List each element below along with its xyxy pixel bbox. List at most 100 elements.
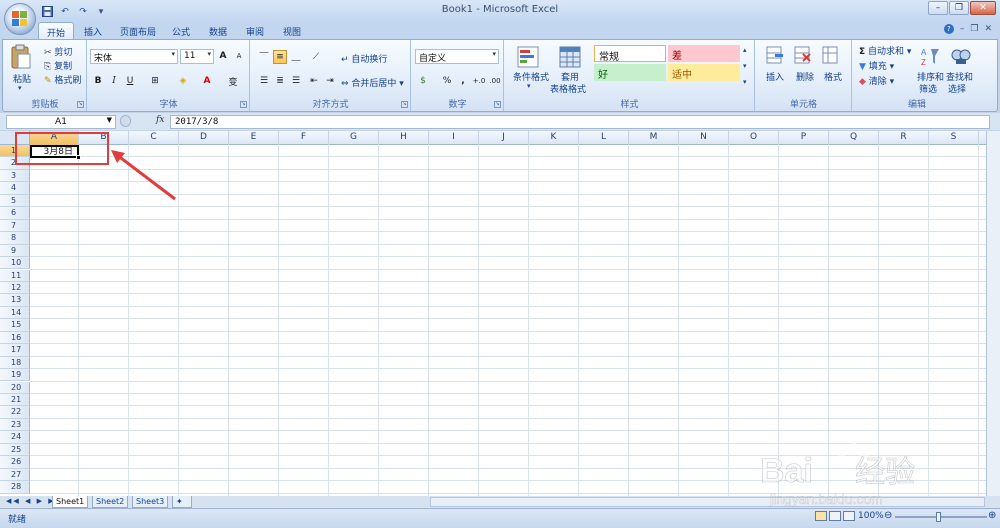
decrease-decimal-icon[interactable]: .00 bbox=[488, 74, 502, 88]
format-cells-icon[interactable] bbox=[822, 46, 840, 66]
font-size-select[interactable]: 11 ▾ bbox=[180, 49, 214, 64]
column-header[interactable]: I bbox=[429, 131, 479, 145]
font-launcher-icon[interactable]: ↘ bbox=[240, 101, 247, 108]
grow-font-button[interactable]: A bbox=[216, 49, 230, 63]
column-header[interactable]: E bbox=[229, 131, 279, 145]
column-header[interactable]: L bbox=[579, 131, 629, 145]
merge-center-button[interactable]: ⇔ 合并后居中 ▾ bbox=[341, 76, 404, 89]
zoom-out-icon[interactable]: ⊖ bbox=[884, 510, 892, 521]
number-format-select[interactable]: 自定义 ▾ bbox=[415, 49, 499, 64]
ribbon-restore-icon[interactable]: ❐ bbox=[970, 24, 978, 34]
style-normal[interactable]: 常规 bbox=[594, 45, 666, 63]
style-neutral[interactable]: 适中 bbox=[668, 64, 740, 81]
insert-sheet-icon[interactable]: ✦ bbox=[172, 496, 192, 508]
row-header[interactable]: 28 bbox=[0, 481, 30, 494]
sheet-tab-2[interactable]: Sheet2 bbox=[92, 496, 129, 508]
percent-button[interactable]: % bbox=[440, 74, 454, 88]
styles-scroll-up-icon[interactable]: ▴ bbox=[743, 46, 747, 54]
row-header[interactable]: 14 bbox=[0, 306, 30, 320]
decrease-indent-icon[interactable]: ⇤ bbox=[307, 74, 321, 88]
align-center-icon[interactable]: ≣ bbox=[273, 74, 287, 88]
row-header[interactable]: 21 bbox=[0, 394, 30, 407]
sheet-tab-3[interactable]: Sheet3 bbox=[132, 496, 169, 508]
column-header[interactable]: D bbox=[179, 131, 229, 145]
shrink-font-button[interactable]: A bbox=[232, 49, 246, 63]
sort-filter-label-2[interactable]: 筛选 bbox=[919, 82, 937, 95]
increase-indent-icon[interactable]: ⇥ bbox=[323, 74, 337, 88]
italic-button[interactable]: I bbox=[107, 74, 121, 88]
normal-view-icon[interactable] bbox=[815, 511, 827, 521]
zoom-slider-thumb[interactable] bbox=[936, 512, 941, 522]
name-box-dropdown-icon[interactable]: ▼ bbox=[107, 116, 112, 124]
row-header[interactable]: 20 bbox=[0, 381, 30, 394]
row-header[interactable]: 7 bbox=[0, 219, 30, 233]
column-header[interactable]: G bbox=[329, 131, 379, 145]
row-header[interactable]: 5 bbox=[0, 194, 30, 208]
conditional-formatting-icon[interactable] bbox=[517, 46, 539, 68]
row-header[interactable]: 18 bbox=[0, 356, 30, 370]
font-name-select[interactable]: 宋体 ▾ bbox=[90, 49, 178, 64]
ribbon-close-icon[interactable]: ✕ bbox=[984, 24, 992, 34]
copy-button[interactable]: ⎘ 复制 bbox=[44, 59, 72, 72]
column-header[interactable]: N bbox=[679, 131, 729, 145]
format-as-table-icon[interactable] bbox=[559, 46, 581, 68]
align-left-icon[interactable]: ☰ bbox=[257, 74, 271, 88]
delete-cells-icon[interactable] bbox=[794, 46, 812, 66]
column-header[interactable]: M bbox=[629, 131, 679, 145]
row-header[interactable]: 3 bbox=[0, 169, 30, 183]
font-color-icon[interactable]: A bbox=[200, 74, 214, 88]
row-header[interactable]: 17 bbox=[0, 344, 30, 357]
find-select-icon[interactable] bbox=[950, 46, 972, 68]
tab-data[interactable]: 数据 bbox=[203, 22, 233, 39]
row-header[interactable]: 16 bbox=[0, 331, 30, 345]
align-bottom-icon[interactable]: ⎽ bbox=[289, 50, 303, 64]
number-launcher-icon[interactable]: ↘ bbox=[494, 101, 501, 108]
tab-formulas[interactable]: 公式 bbox=[166, 22, 196, 39]
align-right-icon[interactable]: ☰ bbox=[289, 74, 303, 88]
close-button[interactable]: ✕ bbox=[970, 1, 996, 15]
row-header[interactable]: 23 bbox=[0, 418, 30, 432]
column-header[interactable]: P bbox=[779, 131, 829, 145]
align-middle-icon[interactable]: ≡ bbox=[273, 50, 287, 64]
zoom-slider[interactable] bbox=[895, 516, 987, 518]
sort-filter-icon[interactable]: AZ bbox=[921, 46, 941, 68]
fx-icon[interactable]: fx bbox=[156, 115, 164, 125]
row-header[interactable]: 8 bbox=[0, 232, 30, 245]
delete-button[interactable]: 删除 bbox=[796, 70, 814, 83]
sheet-tab-1[interactable]: Sheet1 bbox=[52, 496, 89, 508]
formula-input[interactable]: 2017/3/8 bbox=[170, 115, 990, 129]
format-as-table-label-2[interactable]: 表格格式 bbox=[550, 82, 586, 95]
restore-button[interactable]: ❐ bbox=[949, 1, 969, 15]
fill-color-icon[interactable]: ◈ bbox=[176, 74, 190, 88]
paste-dropdown-icon[interactable]: ▾ bbox=[18, 84, 22, 92]
row-header[interactable]: 9 bbox=[0, 244, 30, 257]
name-box[interactable]: A1 ▼ bbox=[6, 115, 116, 129]
alignment-launcher-icon[interactable]: ↘ bbox=[401, 101, 408, 108]
row-header[interactable]: 11 bbox=[0, 269, 30, 282]
format-painter-button[interactable]: ✎ 格式刷 bbox=[44, 73, 81, 86]
column-header[interactable]: S bbox=[929, 131, 979, 145]
row-header[interactable]: 6 bbox=[0, 207, 30, 220]
styles-scroll-down-icon[interactable]: ▾ bbox=[743, 62, 747, 70]
zoom-in-icon[interactable]: ⊕ bbox=[988, 510, 996, 521]
clipboard-launcher-icon[interactable]: ↘ bbox=[77, 101, 84, 108]
column-header[interactable]: K bbox=[529, 131, 579, 145]
column-header[interactable]: Q bbox=[829, 131, 879, 145]
row-header[interactable]: 13 bbox=[0, 294, 30, 307]
row-header[interactable]: 25 bbox=[0, 443, 30, 457]
row-header[interactable]: 26 bbox=[0, 456, 30, 469]
row-header[interactable]: 24 bbox=[0, 431, 30, 444]
row-header[interactable]: 12 bbox=[0, 281, 30, 295]
column-header[interactable]: C bbox=[129, 131, 179, 145]
zoom-level[interactable]: 100% bbox=[858, 511, 884, 521]
insert-cells-icon[interactable] bbox=[766, 46, 784, 66]
column-header[interactable]: F bbox=[279, 131, 329, 145]
help-icon[interactable]: ? bbox=[943, 24, 954, 34]
page-layout-view-icon[interactable] bbox=[829, 511, 841, 521]
tab-review[interactable]: 审阅 bbox=[240, 22, 270, 39]
row-header[interactable]: 15 bbox=[0, 319, 30, 332]
column-header[interactable]: J bbox=[479, 131, 529, 145]
conditional-dropdown-icon[interactable]: ▾ bbox=[527, 82, 531, 90]
tab-insert[interactable]: 插入 bbox=[78, 22, 108, 39]
fill-button[interactable]: ▼ 填充 ▾ bbox=[859, 59, 894, 72]
